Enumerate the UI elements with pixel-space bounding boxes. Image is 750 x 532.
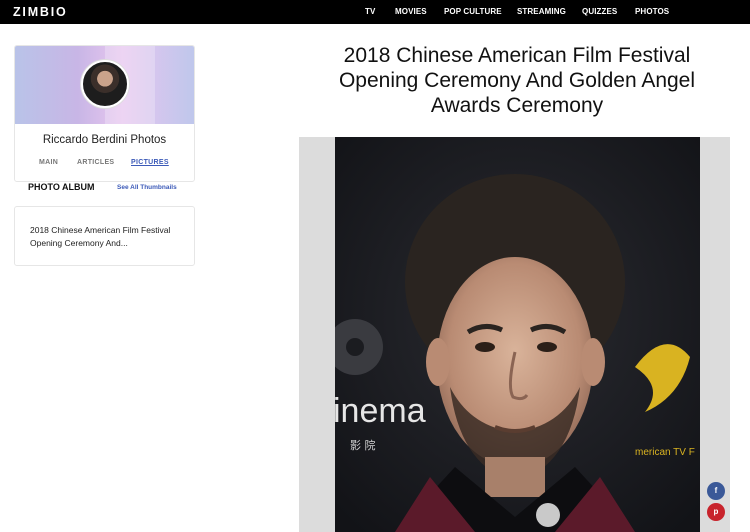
pinterest-share-button[interactable]: p — [707, 503, 725, 521]
nav-item-quizzes[interactable]: QUIZZES — [582, 7, 617, 16]
album-item-title[interactable]: 2018 Chinese American Film Festival Open… — [30, 224, 180, 250]
nav-item-photos[interactable]: PHOTOS — [635, 7, 669, 16]
nav-item-pop-culture[interactable]: POP CULTURE — [444, 7, 502, 16]
main-photo[interactable]: inema 影 院 merican TV F — [335, 137, 700, 532]
tab-pictures[interactable]: PICTURES — [131, 159, 169, 166]
nav-item-movies[interactable]: MOVIES — [395, 7, 427, 16]
backdrop-subtext: 影 院 — [350, 438, 376, 452]
profile-card: Riccardo Berdini Photos MAIN ARTICLES PI… — [14, 45, 195, 182]
see-all-thumbnails-link[interactable]: See All Thumbnails — [117, 184, 177, 191]
album-item-card[interactable]: 2018 Chinese American Film Festival Open… — [14, 206, 195, 266]
tab-articles[interactable]: ARTICLES — [77, 159, 114, 166]
photo-illustration: inema 影 院 merican TV F — [335, 137, 700, 532]
photo-album-heading: PHOTO ALBUM — [28, 182, 95, 192]
profile-tabs: MAIN ARTICLES PICTURES — [15, 159, 194, 171]
top-navbar: ZIMBIO TV MOVIES POP CULTURE STREAMING Q… — [0, 0, 750, 24]
backdrop-right-text: merican TV F — [635, 447, 695, 458]
avatar[interactable] — [81, 60, 129, 108]
tab-main[interactable]: MAIN — [39, 159, 58, 166]
profile-name[interactable]: Riccardo Berdini Photos — [15, 134, 194, 146]
nav-item-streaming[interactable]: STREAMING — [517, 7, 566, 16]
page-title: 2018 Chinese American Film Festival Open… — [338, 44, 696, 117]
facebook-share-button[interactable]: f — [707, 482, 725, 500]
nav-item-tv[interactable]: TV — [365, 7, 375, 16]
main-nav: TV MOVIES POP CULTURE STREAMING QUIZZES … — [0, 7, 750, 19]
backdrop-text: inema — [335, 392, 426, 430]
